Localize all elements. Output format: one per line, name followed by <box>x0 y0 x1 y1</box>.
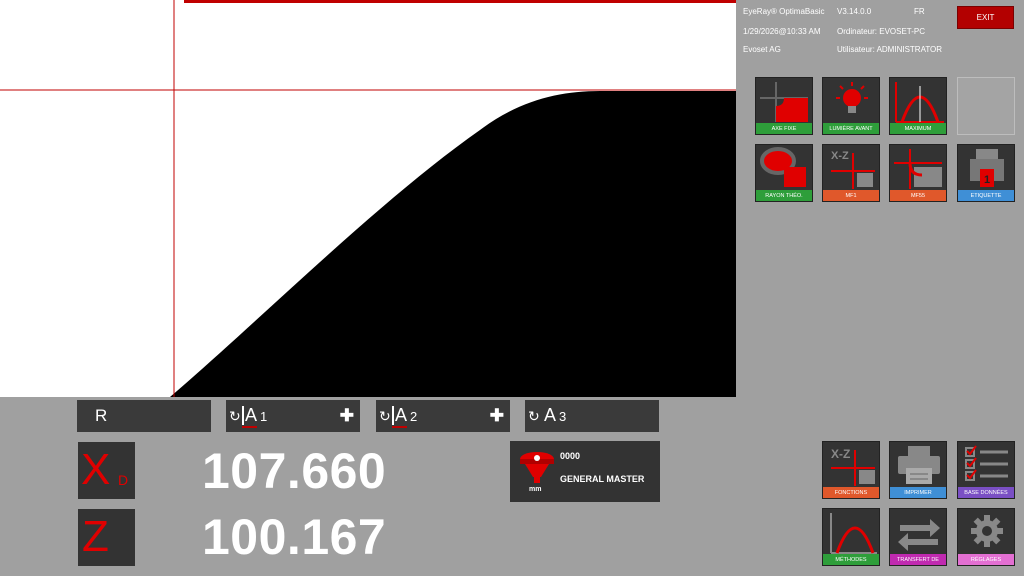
version: V3.14.0.0 <box>837 7 872 16</box>
user-name: Utilisateur: ADMINISTRATOR <box>837 45 943 54</box>
tab-a3-number: 3 <box>559 409 567 424</box>
underline-mark <box>242 426 257 428</box>
x-value: 107.660 <box>202 443 387 499</box>
tool-rayon-theo[interactable]: RAYON THÉO. <box>755 144 813 202</box>
rotate-icon: ↻ <box>528 408 540 424</box>
tool-lumiere-avant[interactable]: LUMIÈRE AVANT <box>822 77 880 135</box>
mf1-icon: X-Z <box>831 150 875 189</box>
theoretical-radius-icon <box>760 147 806 187</box>
svg-text:X-Z: X-Z <box>831 447 850 461</box>
tool-maximum[interactable]: MAXIMUM <box>889 77 947 135</box>
tab-r[interactable]: R <box>77 400 211 432</box>
tool-empty-slot <box>957 77 1015 135</box>
tool-mf55[interactable]: MF55 <box>889 144 947 202</box>
tab-a2-letter: A <box>395 405 408 425</box>
master-name: GENERAL MASTER <box>560 474 645 484</box>
svg-text:1: 1 <box>984 174 990 186</box>
function-fonctions[interactable]: X-Z FONCTIONS <box>822 441 880 499</box>
function-imprimer[interactable]: IMPRIMER <box>889 441 947 499</box>
tab-a3[interactable]: ↻ A 3 <box>525 400 659 432</box>
svg-text:X-Z: X-Z <box>831 150 849 162</box>
rotate-icon: ↻ <box>229 408 241 424</box>
company: Evoset AG <box>743 45 781 54</box>
label-printer-icon: 1 <box>970 149 1004 187</box>
z-axis-letter: Z <box>82 512 109 561</box>
tool-label: AXE FIXE <box>756 123 812 134</box>
function-label: TRANSFERT DE <box>890 554 946 565</box>
tab-a2[interactable]: ↻ A 2 ✚ <box>376 400 510 432</box>
z-axis-badge: Z <box>78 509 135 566</box>
maximum-icon <box>895 82 944 123</box>
tool-label: LUMIÈRE AVANT <box>823 123 879 134</box>
x-axis-subscript: D <box>118 472 129 488</box>
function-reglages[interactable]: RÉGLAGES <box>957 508 1015 566</box>
function-label: MÉTHODES <box>823 554 879 565</box>
tool-axe-fixe[interactable]: AXE FIXE <box>755 77 813 135</box>
tool-label: MAXIMUM <box>890 123 946 134</box>
tab-a3-letter: A <box>544 405 557 425</box>
fixed-axis-icon <box>760 82 808 122</box>
gauge-master-icon <box>520 452 554 483</box>
top-red-bar <box>184 0 736 3</box>
z-value: 100.167 <box>202 509 387 565</box>
tab-a2-number: 2 <box>410 409 418 424</box>
functions-icon: X-Z <box>831 447 875 486</box>
mf55-icon <box>894 149 942 189</box>
function-label: IMPRIMER <box>890 487 946 498</box>
rotate-icon: ↻ <box>379 408 391 424</box>
bar-icon <box>392 406 394 425</box>
tool-label: MF1 <box>823 190 879 201</box>
tool-label: RAYON THÉO. <box>756 190 812 201</box>
tool-mf1[interactable]: X-Z MF1 <box>822 144 880 202</box>
function-transfert[interactable]: TRANSFERT DE <box>889 508 947 566</box>
computer-name: Ordinateur: EVOSET-PC <box>837 27 926 36</box>
tab-r-label: R <box>95 406 108 425</box>
tool-etiquette[interactable]: 1 ETIQUETTE <box>957 144 1015 202</box>
function-base-donnees[interactable]: BASE DONNÉES <box>957 441 1015 499</box>
front-light-icon <box>836 82 868 113</box>
datetime: 1/29/2026@10:33 AM <box>743 27 821 36</box>
underline-mark <box>392 426 407 428</box>
gear-icon <box>971 515 1003 547</box>
tool-label: ETIQUETTE <box>958 190 1014 201</box>
x-axis-badge: X D <box>78 442 135 499</box>
plus-icon[interactable]: ✚ <box>340 406 354 426</box>
profile-shadow <box>0 0 736 397</box>
tab-a1-letter: A <box>245 405 258 425</box>
tab-a1[interactable]: ↻ A 1 ✚ <box>226 400 360 432</box>
printer-icon <box>898 446 940 484</box>
tool-label: MF55 <box>890 190 946 201</box>
function-label: BASE DONNÉES <box>958 487 1014 498</box>
function-methodes[interactable]: MÉTHODES <box>822 508 880 566</box>
plus-icon[interactable]: ✚ <box>490 406 504 426</box>
camera-view[interactable] <box>0 0 736 397</box>
function-label: RÉGLAGES <box>958 554 1014 565</box>
tab-a1-number: 1 <box>260 409 268 424</box>
function-label: FONCTIONS <box>823 487 879 498</box>
master-unit: mm <box>529 486 542 493</box>
methods-icon <box>830 513 877 554</box>
master-selector[interactable]: 0000 GENERAL MASTER mm <box>510 441 660 502</box>
bar-icon <box>242 406 244 425</box>
app-name: EyeRay® OptimaBasic <box>743 7 825 16</box>
x-axis-letter: X <box>81 445 111 494</box>
master-code: 0000 <box>560 451 581 461</box>
transfer-icon <box>898 519 940 551</box>
exit-button[interactable]: EXIT <box>957 6 1014 29</box>
database-checklist-icon <box>965 445 1008 481</box>
language[interactable]: FR <box>914 7 925 16</box>
